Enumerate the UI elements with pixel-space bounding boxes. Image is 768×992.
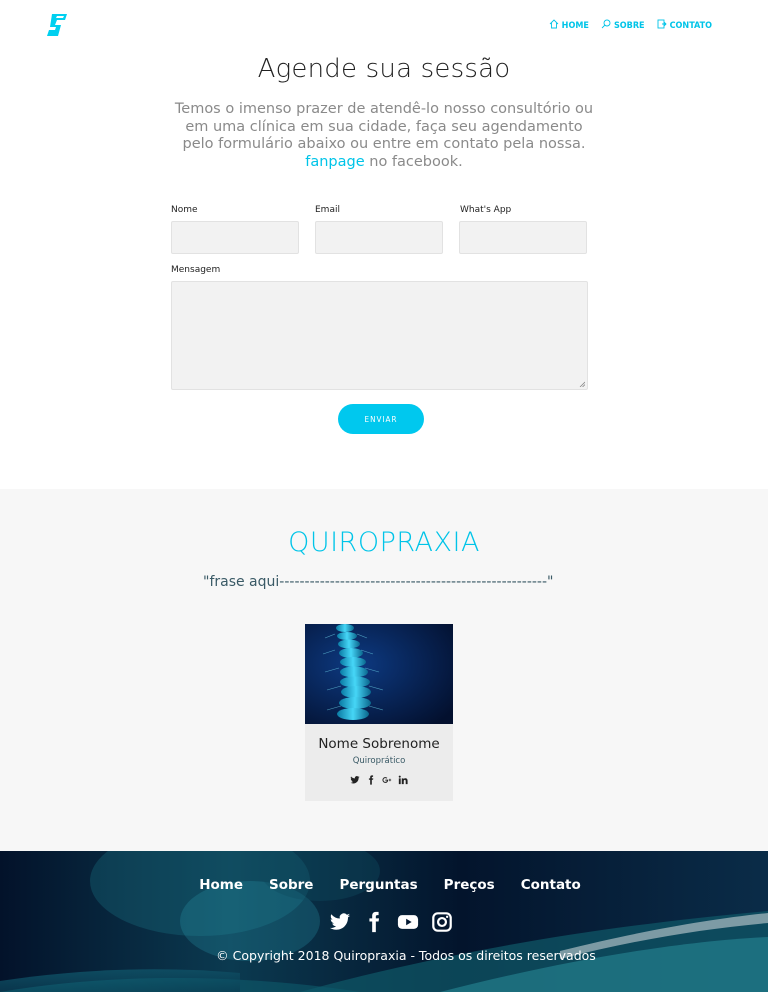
nav-home[interactable]: HOME: [549, 19, 589, 32]
copyright-text: © Copyright 2018 Quiropraxia - Todos os …: [216, 948, 596, 963]
linkedin-icon[interactable]: [398, 775, 408, 785]
whatsapp-field[interactable]: [460, 222, 586, 253]
section-title: QUIROPRAXIA: [288, 527, 480, 558]
quiropraxia-section: QUIROPRAXIA "frase aqui-----------------…: [0, 489, 768, 851]
message-field-wrapper: [171, 281, 588, 390]
footer-nav-sobre[interactable]: Sobre: [269, 877, 313, 893]
footer-nav-precos[interactable]: Preços: [444, 877, 495, 893]
main-nav: HOME SOBRE CONTATO: [549, 19, 712, 32]
nav-contato[interactable]: CONTATO: [657, 19, 712, 32]
facebook-icon[interactable]: [363, 911, 385, 933]
spine-photo: [305, 624, 453, 724]
email-label: Email: [315, 205, 340, 215]
email-field-wrapper: [315, 221, 443, 254]
section-phrase: "frase aqui-----------------------------…: [203, 574, 554, 590]
intro-end-text: no facebook.: [369, 154, 463, 171]
intro-text: Temos o imenso prazer de atendê-lo nosso…: [174, 101, 594, 153]
nav-sobre-label: SOBRE: [613, 20, 645, 31]
name-label: Nome: [171, 205, 198, 215]
twitter-icon[interactable]: [350, 775, 360, 785]
header: HOME SOBRE CONTATO: [0, 0, 768, 50]
footer: Home Sobre Perguntas Preços Contato © Co…: [0, 851, 768, 992]
resize-handle-icon[interactable]: [579, 381, 585, 387]
youtube-icon[interactable]: [397, 911, 419, 933]
profile-name: Nome Sobrenome: [318, 736, 440, 752]
appointment-intro: Temos o imenso prazer de atendê-lo nosso…: [168, 101, 600, 172]
contact-icon: [657, 19, 667, 32]
name-field[interactable]: [172, 222, 298, 253]
email-field[interactable]: [316, 222, 442, 253]
instagram-icon[interactable]: [431, 911, 453, 933]
send-button[interactable]: ENVIAR: [338, 404, 424, 434]
message-field[interactable]: [172, 282, 587, 389]
search-icon: [601, 19, 611, 32]
footer-nav: Home Sobre Perguntas Preços Contato: [0, 877, 768, 893]
profile-social-links: [305, 775, 453, 785]
google-plus-icon[interactable]: [382, 775, 392, 785]
twitter-icon[interactable]: [329, 911, 351, 933]
footer-nav-perguntas[interactable]: Perguntas: [339, 877, 417, 893]
profile-role: Quiroprático: [352, 756, 406, 766]
whatsapp-field-wrapper: [459, 221, 587, 254]
home-icon: [549, 19, 559, 32]
nav-contato-label: CONTATO: [669, 20, 712, 31]
fanpage-link[interactable]: fanpage: [305, 154, 364, 170]
footer-nav-home[interactable]: Home: [199, 877, 243, 893]
nav-sobre[interactable]: SOBRE: [601, 19, 645, 32]
nav-home-label: HOME: [561, 20, 589, 31]
profile-card: Nome Sobrenome Quiroprático: [305, 624, 453, 801]
name-field-wrapper: [171, 221, 299, 254]
footer-social-links: [0, 911, 768, 933]
facebook-icon[interactable]: [366, 775, 376, 785]
page-title: Agende sua sessão: [257, 54, 511, 84]
footer-nav-contato[interactable]: Contato: [521, 877, 581, 893]
whatsapp-label: What's App: [460, 205, 512, 215]
message-label: Mensagem: [171, 265, 221, 275]
logo-icon[interactable]: [46, 13, 68, 37]
